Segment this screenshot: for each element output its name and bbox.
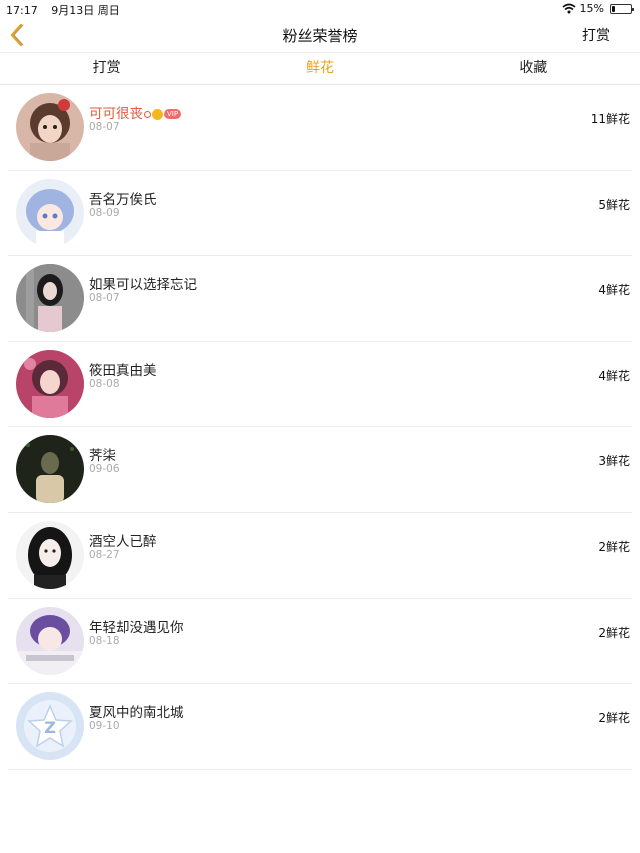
fan-list: 可可很丧 VIP 08-07 11鲜花 吾名万俟氏 08-09 5鲜花 如果可以选择忘记 08-… (0, 85, 640, 770)
battery-icon (610, 3, 634, 14)
reward-nav-button[interactable]: 打赏 (582, 25, 610, 45)
girl-photo-icon[interactable] (16, 264, 84, 333)
ring-icon (144, 110, 151, 118)
anime-pink-icon[interactable] (16, 349, 84, 418)
fan-name: 筱田真由美 (89, 359, 157, 379)
fan-row[interactable]: 筱田真由美 08-08 4鲜花 (8, 342, 632, 428)
tab-favorites[interactable]: 收藏 (427, 53, 640, 84)
fan-date: 08-07 (89, 121, 120, 133)
fan-name: 可可很丧 VIP (89, 102, 182, 122)
flower-count: 2鲜花 (598, 539, 630, 554)
flower-count: 3鲜花 (598, 454, 630, 469)
fan-name-text: 筱田真由美 (89, 362, 157, 379)
fan-date: 08-08 (89, 377, 120, 390)
wifi-icon (562, 3, 576, 14)
fan-row[interactable]: 年轻却没遇见你 08-18 2鲜花 (8, 599, 632, 685)
fan-date: 09-06 (89, 463, 120, 476)
tab-bar: 打赏 鲜花 收藏 (0, 52, 640, 85)
tab-reward[interactable]: 打赏 (0, 53, 213, 84)
fan-name-text: 可可很丧 (89, 106, 143, 122)
anime-blue-hair-icon[interactable] (16, 178, 84, 247)
tab-flowers[interactable]: 鲜花 (213, 53, 426, 84)
fan-name: 酒空人已醉 (89, 530, 157, 550)
page-title: 粉丝荣誉榜 (282, 27, 358, 45)
svg-text:Z: Z (44, 718, 56, 737)
flower-count: 4鲜花 (598, 283, 630, 298)
coin-icon (152, 108, 163, 120)
fan-row[interactable]: 如果可以选择忘记 08-07 4鲜花 (8, 256, 632, 342)
fan-name-text: 酒空人已醉 (89, 533, 157, 550)
status-time: 17:17 (6, 4, 38, 17)
fan-date: 08-09 (89, 206, 120, 219)
fan-name: 荠柒 (89, 444, 116, 464)
default-avatar-icon[interactable]: Z (16, 692, 84, 761)
fan-name: 夏风中的南北城 (89, 701, 184, 721)
vip-badges: VIP (144, 108, 182, 120)
fan-name: 吾名万俟氏 (89, 188, 157, 208)
status-right: 15% (562, 2, 634, 15)
fan-name: 年轻却没遇见你 (89, 616, 184, 636)
fan-name: 如果可以选择忘记 (89, 273, 197, 293)
dark-figure-icon[interactable] (16, 435, 84, 504)
flower-count: 11鲜花 (590, 112, 630, 126)
status-date: 9月13日 周日 (51, 4, 120, 17)
fan-date: 08-18 (89, 634, 120, 647)
status-left: 17:17 9月13日 周日 (6, 2, 130, 18)
flower-count: 2鲜花 (598, 711, 630, 726)
battery-percent: 15% (579, 2, 604, 15)
flower-count: 2鲜花 (598, 625, 630, 640)
fan-row[interactable]: 酒空人已醉 08-27 2鲜花 (8, 513, 632, 599)
fan-date: 09-10 (89, 720, 120, 733)
fan-row[interactable]: 荠柒 09-06 3鲜花 (8, 427, 632, 513)
nav-bar: 粉丝荣誉榜 打赏 (0, 18, 640, 52)
fan-name-text: 如果可以选择忘记 (89, 277, 197, 294)
fan-name-text: 吾名万俟氏 (89, 191, 157, 208)
status-bar: 17:17 9月13日 周日 15% (0, 0, 640, 18)
flower-count: 5鲜花 (598, 197, 630, 212)
fan-row[interactable]: 吾名万俟氏 08-09 5鲜花 (8, 171, 632, 257)
vip-badge: VIP (164, 109, 182, 119)
fan-row[interactable]: 可可很丧 VIP 08-07 11鲜花 (8, 85, 632, 171)
fan-date: 08-07 (89, 292, 120, 305)
girl-bw-icon[interactable] (16, 520, 84, 589)
fan-date: 08-27 (89, 548, 120, 561)
fan-name-text: 荠柒 (89, 448, 116, 465)
flower-count: 4鲜花 (598, 368, 630, 383)
fan-row[interactable]: Z 夏风中的南北城 09-10 2鲜花 (8, 684, 632, 770)
fan-name-text: 夏风中的南北城 (89, 705, 184, 722)
anime-purple-icon[interactable] (16, 606, 84, 675)
fan-name-text: 年轻却没遇见你 (89, 619, 184, 636)
girl-anime-icon[interactable] (16, 93, 84, 161)
